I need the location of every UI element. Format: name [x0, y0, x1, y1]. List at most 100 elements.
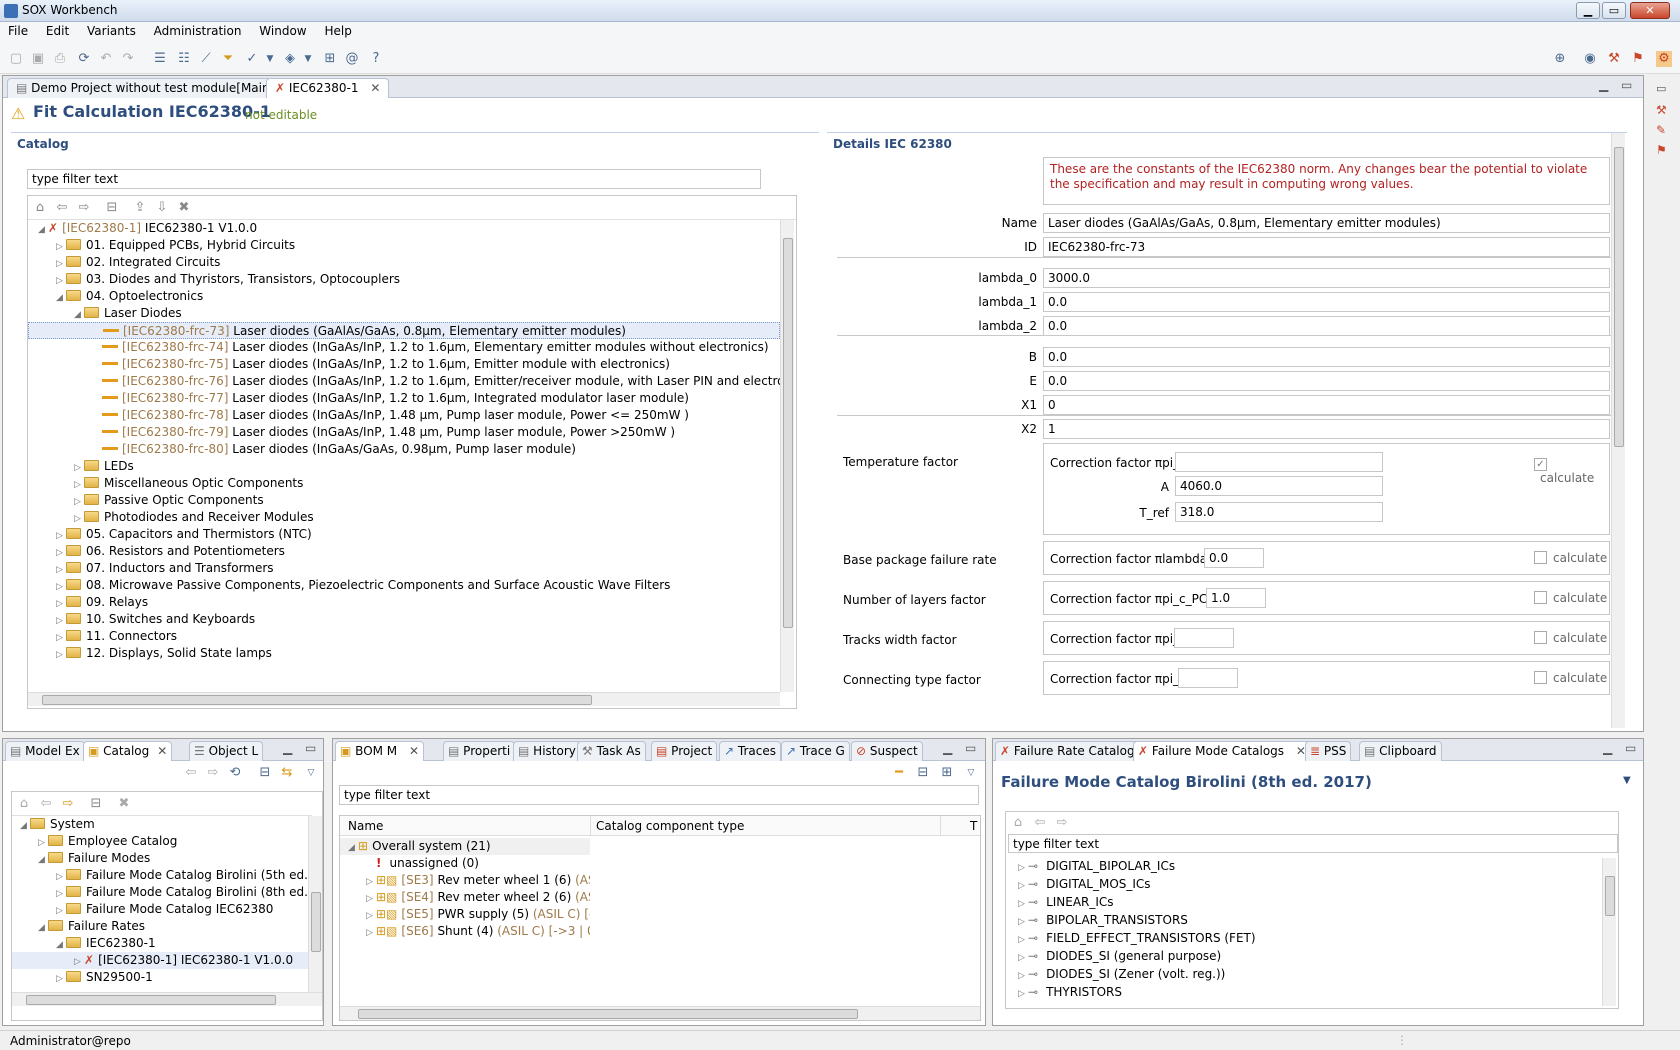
bom-hscroll[interactable]: [340, 1006, 980, 1020]
collapse-all-icon[interactable]: ⊟: [257, 765, 273, 781]
correction-pi-t-input[interactable]: [1175, 452, 1383, 472]
column-catalog-type-header[interactable]: Catalog component type: [596, 819, 744, 833]
field-input-b[interactable]: 0.0: [1043, 347, 1610, 367]
catalog-tree-row[interactable]: ▷ 03. Diodes and Thyristors, Transistors,…: [28, 271, 780, 288]
catalog-tree-row[interactable]: ▷ 02. Integrated Circuits: [28, 254, 780, 271]
check-icon[interactable]: ✓: [244, 51, 260, 67]
tab-suspect[interactable]: ⊘ Suspect: [851, 741, 923, 761]
tref-input[interactable]: 318.0: [1175, 502, 1383, 522]
catalog-view-row[interactable]: ◢ IEC62380-1: [12, 935, 308, 952]
export-icon[interactable]: ⇪: [132, 200, 148, 216]
expand-toggle-icon[interactable]: ▷: [1018, 914, 1028, 931]
catalog-tree-row[interactable]: ▷ 01. Equipped PCBs, Hybrid Circuits: [28, 237, 780, 254]
catalog-tree-row[interactable]: [IEC62380-frc-75] Laser diodes (InGaAs/I…: [28, 356, 780, 373]
calculate-checkbox[interactable]: calculate: [1534, 551, 1607, 565]
minimize-icon[interactable]: ▁: [283, 741, 292, 755]
catalog-view-row[interactable]: ▷ Failure Mode Catalog Birolini (5th ed. …: [12, 867, 308, 884]
checkbox-icon[interactable]: [1534, 671, 1547, 684]
expand-toggle-icon[interactable]: ▷: [1018, 968, 1028, 985]
home-icon[interactable]: ⌂: [16, 796, 32, 812]
expand-toggle-icon[interactable]: ▷: [1018, 878, 1028, 895]
open-perspective-icon[interactable]: ⊕: [1552, 51, 1568, 67]
maximize-button[interactable]: ▭: [1602, 2, 1626, 19]
close-tab-icon[interactable]: ✕: [370, 81, 380, 95]
catalog-tree-row[interactable]: ◢ Laser Diodes: [28, 305, 780, 322]
menu-administration[interactable]: Administration: [148, 22, 248, 40]
catalog-tree-row[interactable]: ▷ 07. Inductors and Transformers: [28, 560, 780, 577]
expand-toggle-icon[interactable]: ◢: [348, 840, 358, 855]
expand-toggle-icon[interactable]: ▷: [1018, 896, 1028, 913]
menu-help[interactable]: Help: [318, 22, 357, 40]
tab-catalog[interactable]: ▣ Catalog ✕: [83, 741, 173, 761]
menu-edit[interactable]: Edit: [40, 22, 75, 40]
collapse-all-icon[interactable]: ⊟: [915, 765, 931, 781]
field-input-lambda_0[interactable]: 3000.0: [1043, 268, 1610, 288]
bom-row[interactable]: ▷⊞▧[SE4] Rev meter wheel 2 (6) (ASIL: [340, 889, 590, 906]
catalog-tree-row[interactable]: ▷ 09. Relays: [28, 594, 780, 611]
delete-icon[interactable]: ✖: [176, 200, 192, 216]
failure-mode-row[interactable]: ▷ ⊸ DIODES_SI (general purpose): [1010, 948, 1600, 965]
catalog-view-row[interactable]: ▷ Failure Mode Catalog IEC62380: [12, 901, 308, 918]
fm-vscroll[interactable]: [1602, 858, 1616, 1006]
back-icon[interactable]: ⇦: [183, 765, 199, 781]
print-icon[interactable]: ⎙: [52, 51, 68, 67]
forward-icon[interactable]: ⇨: [60, 796, 76, 812]
tab-model-explorer[interactable]: ▤ Model Ex: [5, 741, 85, 761]
tab-trace-graph[interactable]: ↗ Trace G: [781, 741, 850, 761]
minimize-icon[interactable]: ▁: [1599, 78, 1608, 92]
field-input-lambda_1[interactable]: 0.0: [1043, 292, 1610, 312]
link-icon[interactable]: ⟋: [198, 51, 214, 67]
bom-filter-input[interactable]: type filter text: [339, 785, 979, 805]
field-input-id[interactable]: IEC62380-frc-73: [1043, 237, 1610, 257]
catalog-tree-row[interactable]: ◢ 04. Optoelectronics: [28, 288, 780, 305]
correction-input[interactable]: 0.0: [1204, 548, 1264, 568]
back-icon[interactable]: ⇦: [54, 200, 70, 216]
expand-toggle-icon[interactable]: ▷: [1018, 932, 1028, 949]
catalog-tree-row[interactable]: [IEC62380-frc-74] Laser diodes (InGaAs/I…: [28, 339, 780, 356]
redo-icon[interactable]: ↷: [120, 51, 136, 67]
collapse-all-icon[interactable]: ⊟: [88, 796, 104, 812]
failure-mode-row[interactable]: ▷ ⊸ DIGITAL_BIPOLAR_ICs: [1010, 858, 1600, 875]
forward-icon[interactable]: ⇨: [1054, 815, 1070, 831]
calculate-checkbox[interactable]: calculate: [1534, 671, 1607, 685]
view-menu-icon[interactable]: ▽: [963, 765, 979, 781]
catalog-tree-row[interactable]: [IEC62380-frc-78] Laser diodes (InGaAs/I…: [28, 407, 780, 424]
perspective-icon[interactable]: ⚒: [1606, 51, 1622, 67]
tab-project[interactable]: ▤ Project: [651, 741, 718, 761]
catalog-tree-row[interactable]: ▷ LEDs: [28, 458, 780, 475]
menu-window[interactable]: Window: [253, 22, 312, 40]
column-t-header[interactable]: T: [970, 819, 977, 833]
catalog-tree-row[interactable]: ▷ Photodiodes and Receiver Modules: [28, 509, 780, 526]
new-icon[interactable]: ▢: [8, 51, 24, 67]
tab-pss[interactable]: ≣ PSS: [1305, 741, 1352, 761]
a-input[interactable]: 4060.0: [1175, 476, 1383, 496]
save-icon[interactable]: ▣: [30, 51, 46, 67]
catalog-vscroll[interactable]: [780, 220, 794, 692]
failure-mode-row[interactable]: ▷ ⊸ BIPOLAR_TRANSISTORS: [1010, 912, 1600, 929]
catalog-view-row[interactable]: ▷ Failure Mode Catalog Birolini (8th ed. …: [12, 884, 308, 901]
dropdown-icon[interactable]: ▼: [300, 51, 316, 67]
expand-toggle-icon[interactable]: ▷: [1018, 860, 1028, 877]
home-icon[interactable]: ⌂: [1010, 815, 1026, 831]
tool-icon[interactable]: ✎: [1656, 123, 1678, 137]
dropdown-icon[interactable]: ▼: [1623, 775, 1631, 786]
restore-icon[interactable]: ▭: [1656, 82, 1678, 95]
import-icon[interactable]: ⇩: [154, 200, 170, 216]
tool-icon[interactable]: ⚑: [1656, 143, 1678, 157]
correction-input[interactable]: [1174, 628, 1234, 648]
checkbox-icon[interactable]: [1534, 551, 1547, 564]
calculate-checkbox[interactable]: ✓ calculate: [1534, 454, 1609, 485]
failure-mode-row[interactable]: ▷ ⊸ DIODES_SI (Zener (volt. reg.)): [1010, 966, 1600, 983]
forward-icon[interactable]: ⇨: [76, 200, 92, 216]
bom-row[interactable]: ◢ ⊞ Overall system (21): [340, 838, 590, 855]
catalog-tree-row[interactable]: [IEC62380-frc-79] Laser diodes (InGaAs/I…: [28, 424, 780, 441]
close-tab-icon[interactable]: ✕: [409, 744, 419, 758]
tab-bom[interactable]: ▣ BOM M ✕: [335, 741, 425, 761]
tab-traces[interactable]: ↗ Traces: [719, 741, 781, 761]
tab-task-assignments[interactable]: ⚒ Task As: [577, 741, 646, 761]
catalog-view-row[interactable]: ▷ ✗ [IEC62380-1] IEC62380-1 V1.0.0: [12, 952, 308, 969]
column-name-header[interactable]: Name: [348, 819, 383, 833]
expand-toggle-icon[interactable]: ▷: [366, 908, 376, 923]
catalog-filter-input[interactable]: type filter text: [27, 169, 761, 189]
left-vscroll[interactable]: [308, 816, 322, 992]
